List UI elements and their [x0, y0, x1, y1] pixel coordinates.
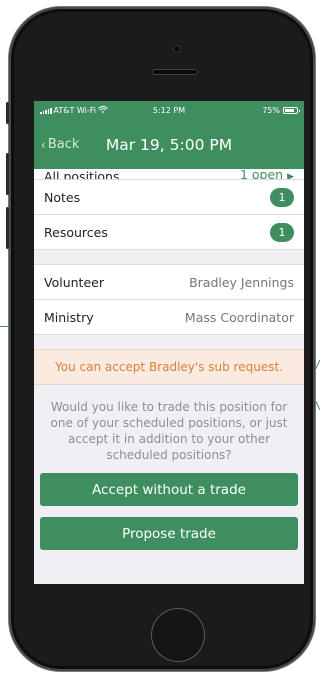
row-label: Notes	[44, 189, 81, 205]
volume-up-button	[6, 153, 9, 195]
propose-trade-button[interactable]: Propose trade	[40, 517, 298, 550]
front-camera	[173, 45, 181, 53]
mute-switch	[6, 102, 9, 124]
app-screen: AT&T Wi-Fi 5:12 PM 75% ‹ Back Mar 19, 5:…	[34, 101, 304, 584]
resources-count-badge: 1	[270, 222, 294, 242]
ministry-name: Mass Coordinator	[184, 309, 294, 325]
row-ministry: Ministry Mass Coordinator	[34, 300, 304, 335]
status-bar: AT&T Wi-Fi 5:12 PM 75%	[34, 101, 304, 121]
earpiece-speaker	[152, 69, 198, 75]
page-title: Mar 19, 5:00 PM	[105, 136, 233, 154]
accept-without-trade-button[interactable]: Accept without a trade	[40, 473, 298, 506]
open-count: 1 open	[239, 169, 284, 180]
row-all-positions[interactable]: All positions 1 open ▶	[34, 169, 304, 180]
sub-request-notice: You can accept Bradley's sub request.	[34, 349, 304, 385]
row-label: Volunteer	[44, 274, 104, 290]
nav-bar: ‹ Back Mar 19, 5:00 PM	[34, 121, 304, 169]
trade-question: Would you like to trade this position fo…	[50, 400, 288, 462]
row-notes[interactable]: Notes 1	[34, 180, 304, 215]
details-content: All positions 1 open ▶ Notes 1 Resources…	[34, 169, 304, 550]
row-label: Ministry	[44, 309, 94, 325]
battery-percent: 75%	[262, 106, 280, 115]
row-label: Resources	[44, 224, 108, 240]
volunteer-name: Bradley Jennings	[189, 274, 294, 290]
notes-count-badge: 1	[270, 187, 294, 207]
chevron-right-icon: ▶	[287, 172, 294, 180]
row-resources[interactable]: Resources 1	[34, 215, 304, 250]
row-volunteer: Volunteer Bradley Jennings	[34, 265, 304, 300]
battery-icon	[283, 107, 300, 114]
row-label: All positions	[44, 169, 120, 180]
home-button[interactable]	[151, 608, 205, 662]
section-divider	[34, 250, 304, 265]
volume-down-button	[6, 207, 9, 249]
